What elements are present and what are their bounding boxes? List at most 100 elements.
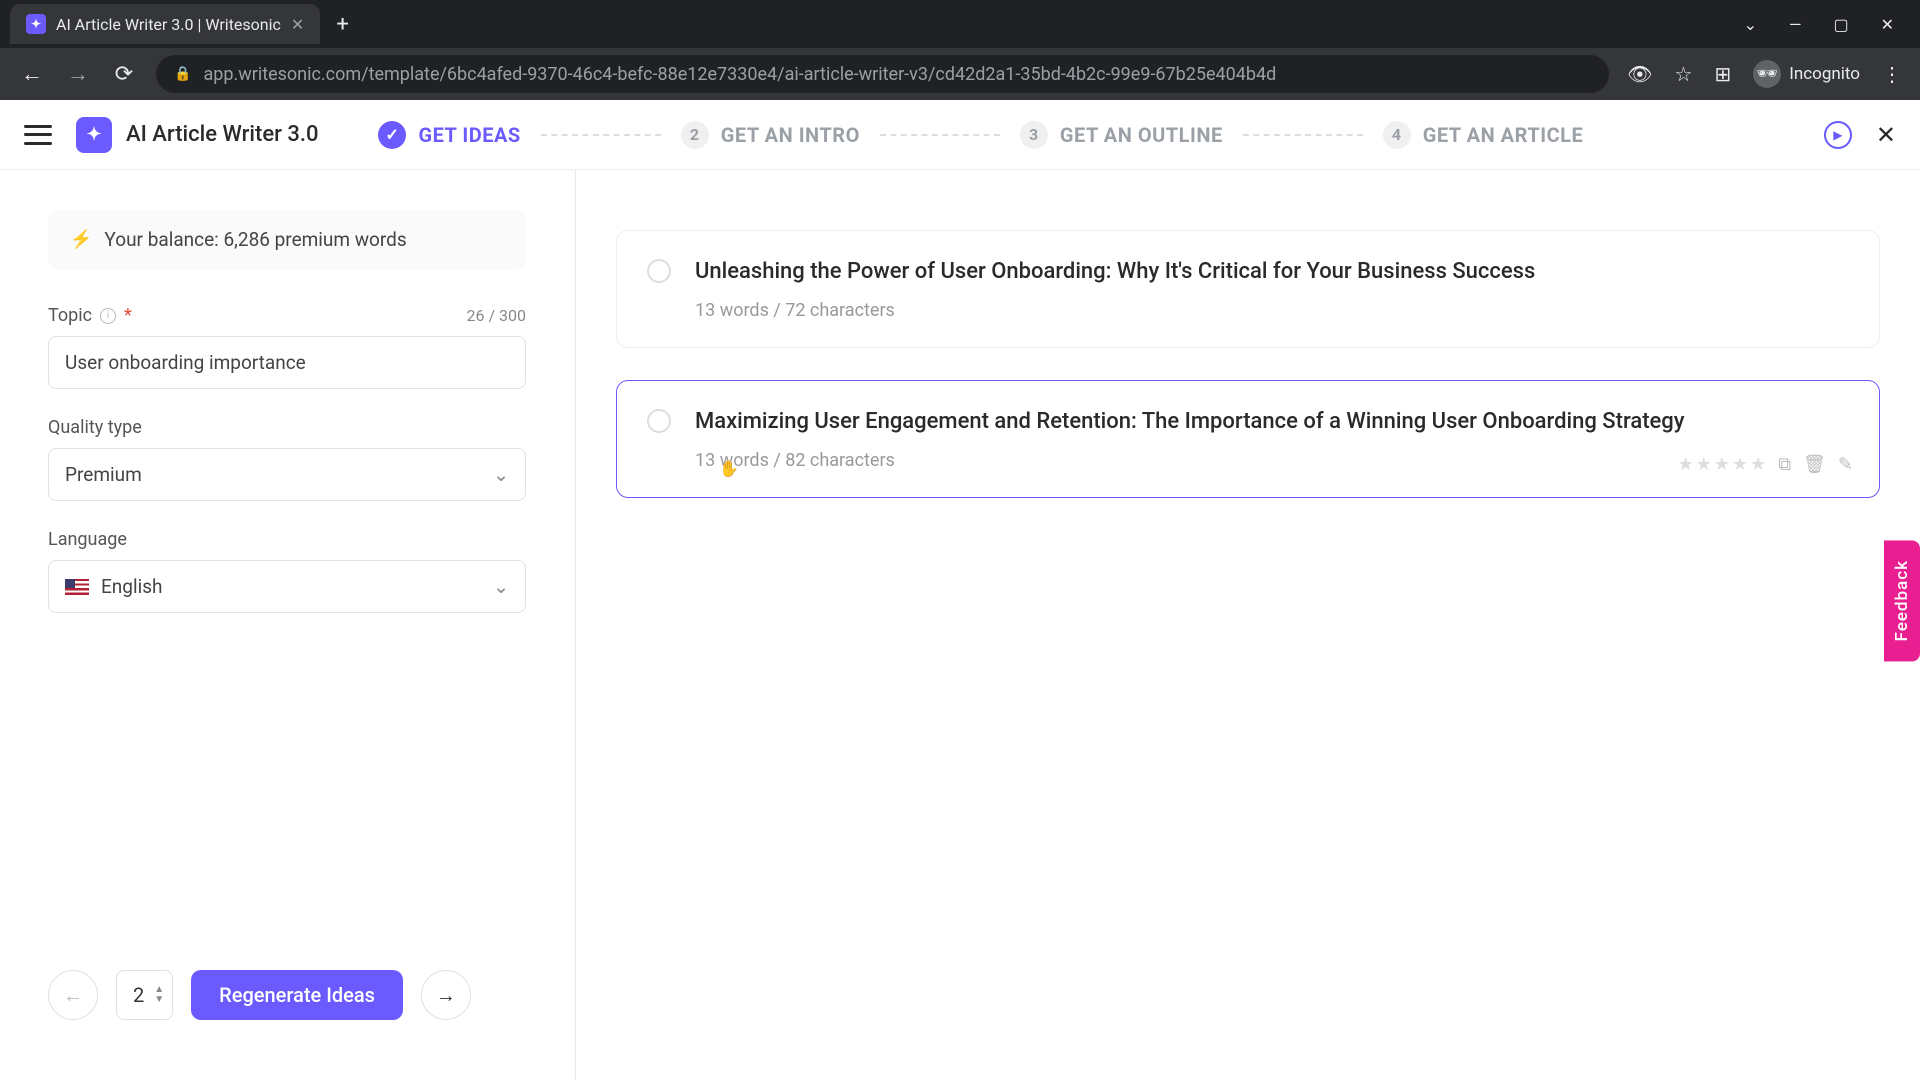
step-separator	[1243, 134, 1363, 136]
maximize-icon[interactable]: ▢	[1833, 15, 1848, 34]
radio-button[interactable]	[647, 259, 671, 283]
idea-card[interactable]: Maximizing User Engagement and Retention…	[616, 380, 1880, 498]
incognito-icon: 🕶	[1753, 60, 1781, 88]
tab-title: AI Article Writer 3.0 | Writesonic	[56, 15, 281, 34]
language-label: Language	[48, 529, 526, 550]
hamburger-menu[interactable]	[24, 125, 52, 145]
bolt-icon: ⚡	[70, 229, 92, 250]
chevron-down-icon[interactable]: ▼	[154, 995, 164, 1005]
idea-title: Unleashing the Power of User Onboarding:…	[695, 257, 1849, 288]
back-button[interactable]: ←	[18, 60, 46, 88]
copy-icon[interactable]: ⧉	[1778, 454, 1791, 475]
check-icon: ✓	[378, 121, 406, 149]
close-window-icon[interactable]: ✕	[1881, 15, 1894, 34]
quality-label: Quality type	[48, 417, 526, 438]
step-get-intro[interactable]: 2 GET AN INTRO	[681, 121, 860, 149]
idea-meta: 13 words / 82 characters	[695, 450, 1849, 471]
incognito-label: Incognito	[1789, 64, 1860, 84]
step-get-outline[interactable]: 3 GET AN OUTLINE	[1020, 121, 1223, 149]
tabs-dropdown-icon[interactable]: ⌄	[1744, 15, 1757, 34]
star-icon[interactable]: ★	[1677, 454, 1693, 475]
close-icon[interactable]: ✕	[1876, 121, 1896, 149]
spin-controls: ▲ ▼	[154, 985, 164, 1005]
browser-chrome: ✦ AI Article Writer 3.0 | Writesonic ✕ +…	[0, 0, 1920, 100]
app-header: ✦ AI Article Writer 3.0 ✓ GET IDEAS 2 GE…	[0, 100, 1920, 170]
app-title: AI Article Writer 3.0	[126, 122, 318, 147]
info-icon[interactable]: i	[100, 308, 116, 324]
favicon-icon: ✦	[26, 14, 46, 34]
quality-field: Quality type Premium ⌄	[48, 417, 526, 501]
language-field: Language English ⌄	[48, 529, 526, 613]
prev-button[interactable]: ←	[48, 970, 98, 1020]
language-value: English	[101, 575, 162, 598]
extensions-icon[interactable]: ⊞	[1714, 62, 1731, 86]
count-value: 2	[133, 983, 144, 1007]
close-tab-icon[interactable]: ✕	[291, 15, 304, 34]
rating-stars[interactable]: ★ ★ ★ ★ ★	[1677, 454, 1766, 475]
sidebar: ⚡ Your balance: 6,286 premium words Topi…	[0, 170, 575, 1080]
star-icon[interactable]: ★	[1696, 454, 1712, 475]
topic-field: Topic i * 26 / 300	[48, 305, 526, 389]
idea-body: Unleashing the Power of User Onboarding:…	[695, 257, 1849, 321]
step-separator	[880, 134, 1000, 136]
step-label: GET AN INTRO	[721, 123, 860, 147]
idea-meta: 13 words / 72 characters	[695, 300, 1849, 321]
star-icon[interactable]: ★	[1750, 454, 1766, 475]
step-label: GET AN ARTICLE	[1423, 123, 1584, 147]
url-field[interactable]: 🔒 app.writesonic.com/template/6bc4afed-9…	[156, 55, 1609, 93]
trash-icon[interactable]: 🗑	[1803, 454, 1826, 475]
minimize-icon[interactable]: ―	[1789, 15, 1802, 34]
topic-counter: 26 / 300	[467, 306, 527, 325]
tab-bar: ✦ AI Article Writer 3.0 | Writesonic ✕ +…	[0, 0, 1920, 48]
window-controls: ⌄ ― ▢ ✕	[1744, 15, 1910, 34]
bookmark-icon[interactable]: ☆	[1675, 62, 1693, 86]
topic-input[interactable]	[48, 336, 526, 389]
chevron-down-icon: ⌄	[493, 463, 509, 486]
wizard-steps: ✓ GET IDEAS 2 GET AN INTRO 3 GET AN OUTL…	[378, 121, 1823, 149]
app-logo-icon: ✦	[76, 117, 112, 153]
feedback-tab[interactable]: Feedback	[1884, 540, 1920, 661]
step-get-article[interactable]: 4 GET AN ARTICLE	[1383, 121, 1584, 149]
step-number: 3	[1020, 121, 1048, 149]
browser-tab[interactable]: ✦ AI Article Writer 3.0 | Writesonic ✕	[10, 4, 320, 44]
topic-label: Topic i *	[48, 305, 132, 326]
quality-value: Premium	[65, 463, 142, 486]
play-tutorial-icon[interactable]: ▶	[1824, 121, 1852, 149]
step-separator	[541, 134, 661, 136]
star-icon[interactable]: ★	[1732, 454, 1748, 475]
next-button[interactable]: →	[421, 970, 471, 1020]
header-right: ▶ ✕	[1824, 121, 1896, 149]
step-get-ideas[interactable]: ✓ GET IDEAS	[378, 121, 520, 149]
idea-body: Maximizing User Engagement and Retention…	[695, 407, 1849, 471]
required-mark: *	[124, 305, 132, 326]
sidebar-footer: ← 2 ▲ ▼ Regenerate Ideas →	[48, 970, 526, 1040]
new-tab-button[interactable]: +	[336, 12, 348, 37]
content: Unleashing the Power of User Onboarding:…	[575, 170, 1920, 1080]
url-bar: ← → ⟳ 🔒 app.writesonic.com/template/6bc4…	[0, 48, 1920, 100]
edit-icon[interactable]: ✎	[1838, 454, 1853, 475]
star-icon[interactable]: ★	[1714, 454, 1730, 475]
url-text: app.writesonic.com/template/6bc4afed-937…	[203, 64, 1276, 85]
forward-button[interactable]: →	[64, 60, 92, 88]
count-stepper[interactable]: 2 ▲ ▼	[116, 970, 173, 1020]
reload-button[interactable]: ⟳	[110, 60, 138, 88]
step-number: 2	[681, 121, 709, 149]
eye-off-icon[interactable]: 👁	[1627, 62, 1652, 86]
language-select[interactable]: English ⌄	[48, 560, 526, 613]
quality-select[interactable]: Premium ⌄	[48, 448, 526, 501]
url-right-controls: 👁 ☆ ⊞ 🕶 Incognito ⋮	[1627, 60, 1902, 88]
lock-icon: 🔒	[174, 66, 191, 82]
incognito-badge[interactable]: 🕶 Incognito	[1753, 60, 1860, 88]
regenerate-button[interactable]: Regenerate Ideas	[191, 970, 403, 1020]
step-number: 4	[1383, 121, 1411, 149]
step-label: GET IDEAS	[418, 123, 520, 147]
browser-menu-icon[interactable]: ⋮	[1882, 62, 1902, 86]
step-label: GET AN OUTLINE	[1060, 123, 1223, 147]
idea-title: Maximizing User Engagement and Retention…	[695, 407, 1849, 438]
idea-card[interactable]: Unleashing the Power of User Onboarding:…	[616, 230, 1880, 348]
radio-button[interactable]	[647, 409, 671, 433]
balance-text: Your balance: 6,286 premium words	[104, 228, 406, 251]
balance-card: ⚡ Your balance: 6,286 premium words	[48, 210, 526, 269]
idea-actions: ★ ★ ★ ★ ★ ⧉ 🗑 ✎	[1677, 454, 1853, 475]
chevron-down-icon: ⌄	[493, 575, 509, 598]
